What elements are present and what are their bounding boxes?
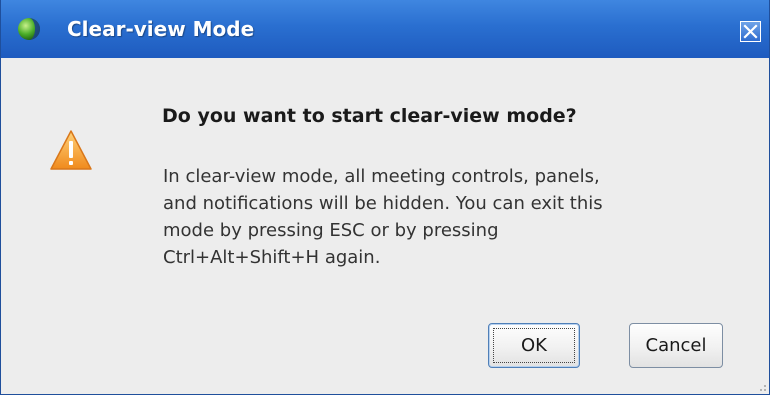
message-line: Ctrl+Alt+Shift+H again. xyxy=(163,247,381,268)
ok-button-label: OK xyxy=(521,335,547,356)
app-globe-icon xyxy=(18,18,40,40)
close-icon xyxy=(743,24,758,39)
cancel-button-label: Cancel xyxy=(645,335,707,356)
dialog-message: In clear-view mode, all meeting controls… xyxy=(163,163,723,271)
clear-view-dialog: Clear-view Mode Do you want to start cle… xyxy=(0,0,770,395)
cancel-button[interactable]: Cancel xyxy=(629,323,723,368)
message-line: and notifications will be hidden. You ca… xyxy=(163,193,603,214)
resize-grip-icon[interactable] xyxy=(755,380,767,392)
dialog-heading: Do you want to start clear-view mode? xyxy=(162,105,577,127)
warning-icon xyxy=(50,130,92,170)
ok-button[interactable]: OK xyxy=(488,323,580,368)
close-button[interactable] xyxy=(740,21,761,42)
dialog-content: Do you want to start clear-view mode? In… xyxy=(1,58,769,394)
title-bar[interactable]: Clear-view Mode xyxy=(1,0,769,58)
window-title: Clear-view Mode xyxy=(67,17,255,41)
message-line: mode by pressing ESC or by pressing xyxy=(163,220,499,241)
message-line: In clear-view mode, all meeting controls… xyxy=(163,166,600,187)
